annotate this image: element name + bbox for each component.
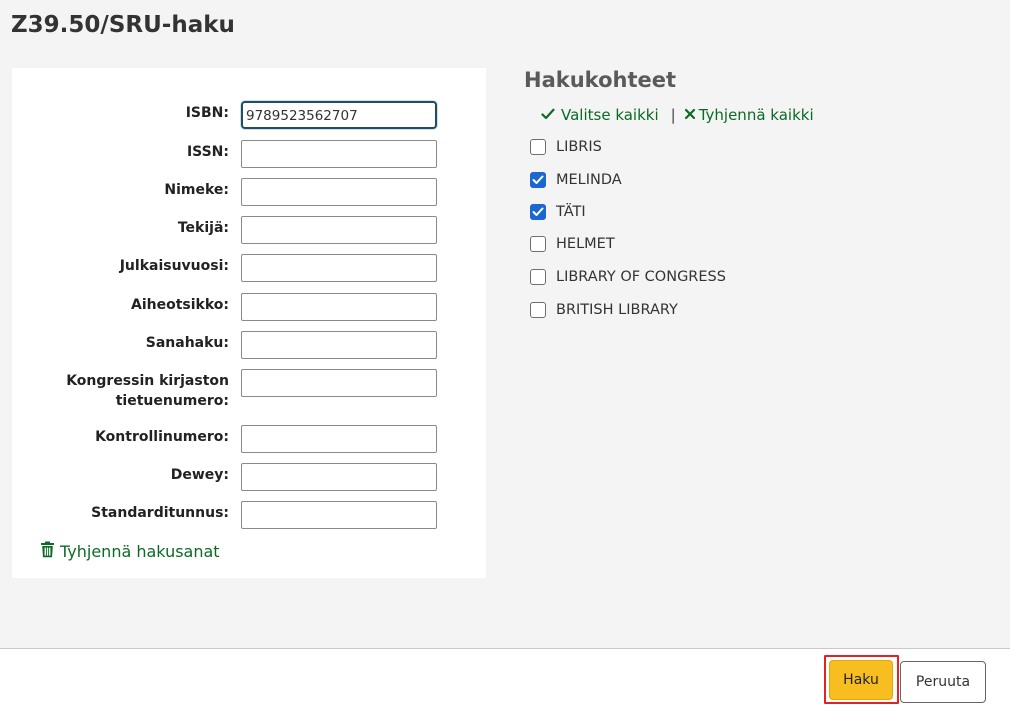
control-number-label: Kontrollinumero:	[95, 429, 229, 445]
title-label: Nimeke:	[164, 182, 229, 198]
standard-id-input[interactable]	[241, 501, 437, 529]
checkbox[interactable]	[530, 139, 546, 155]
checkbox-checked[interactable]	[530, 204, 546, 220]
search-button[interactable]: Haku	[829, 660, 893, 700]
author-input[interactable]	[241, 216, 437, 244]
target-select-controls: Valitse kaikki | Tyhjennä kaikki	[541, 106, 814, 124]
target-label: MELINDA	[556, 172, 622, 188]
cancel-button[interactable]: Peruuta	[900, 661, 986, 703]
standard-id-label: Standarditunnus:	[91, 505, 229, 521]
check-icon	[541, 106, 555, 124]
target-item-library-of-congress[interactable]: LIBRARY OF CONGRESS	[530, 269, 726, 285]
clear-search-terms-link[interactable]: Tyhjennä hakusanat	[40, 541, 220, 562]
target-label: TÄTI	[556, 204, 586, 220]
clear-all-label: Tyhjennä kaikki	[698, 106, 814, 124]
page-title: Z39.50/SRU-haku	[11, 12, 235, 38]
select-all-link[interactable]: Valitse kaikki	[541, 106, 659, 124]
separator: |	[670, 106, 676, 124]
checkbox[interactable]	[530, 269, 546, 285]
target-label: LIBRIS	[556, 139, 602, 155]
checkbox-checked[interactable]	[530, 172, 546, 188]
search-form-panel: ISBN: ISSN: Nimeke: Tekijä: Julkaisuvuos…	[12, 68, 486, 578]
target-label: LIBRARY OF CONGRESS	[556, 269, 726, 285]
title-input[interactable]	[241, 178, 437, 206]
checkbox[interactable]	[530, 302, 546, 318]
lccn-label: Kongressin kirjaston tietuenumero:	[66, 373, 229, 409]
clear-search-terms-label: Tyhjennä hakusanat	[60, 542, 220, 561]
isbn-input[interactable]	[241, 101, 437, 129]
checkbox[interactable]	[530, 236, 546, 252]
subject-label: Aiheotsikko:	[131, 297, 229, 313]
check-icon	[532, 207, 544, 216]
search-targets-panel: Hakukohteet Valitse kaikki | Tyhjennä ka…	[524, 68, 814, 318]
select-all-label: Valitse kaikki	[561, 106, 659, 124]
target-item-british-library[interactable]: BRITISH LIBRARY	[530, 302, 678, 318]
dewey-label: Dewey:	[170, 467, 229, 483]
keyword-input[interactable]	[241, 331, 437, 359]
target-item-melinda[interactable]: MELINDA	[530, 172, 622, 188]
trash-icon	[40, 541, 55, 562]
target-item-libris[interactable]: LIBRIS	[530, 139, 602, 155]
check-icon	[532, 175, 544, 184]
target-item-helmet[interactable]: HELMET	[530, 236, 615, 252]
issn-label: ISSN:	[186, 144, 229, 160]
issn-input[interactable]	[241, 140, 437, 168]
target-item-tati[interactable]: TÄTI	[530, 204, 586, 220]
author-label: Tekijä:	[177, 220, 229, 236]
target-label: BRITISH LIBRARY	[556, 302, 678, 318]
control-number-input[interactable]	[241, 425, 437, 453]
subject-input[interactable]	[241, 293, 437, 321]
keyword-label: Sanahaku:	[145, 335, 229, 351]
clear-all-link[interactable]: Tyhjennä kaikki	[684, 106, 814, 124]
lccn-input[interactable]	[241, 369, 437, 397]
x-icon	[684, 106, 696, 124]
isbn-label: ISBN:	[185, 105, 229, 121]
search-targets-title: Hakukohteet	[524, 68, 677, 92]
year-label: Julkaisuvuosi:	[119, 258, 229, 274]
dewey-input[interactable]	[241, 463, 437, 491]
target-label: HELMET	[556, 236, 615, 252]
year-input[interactable]	[241, 254, 437, 282]
